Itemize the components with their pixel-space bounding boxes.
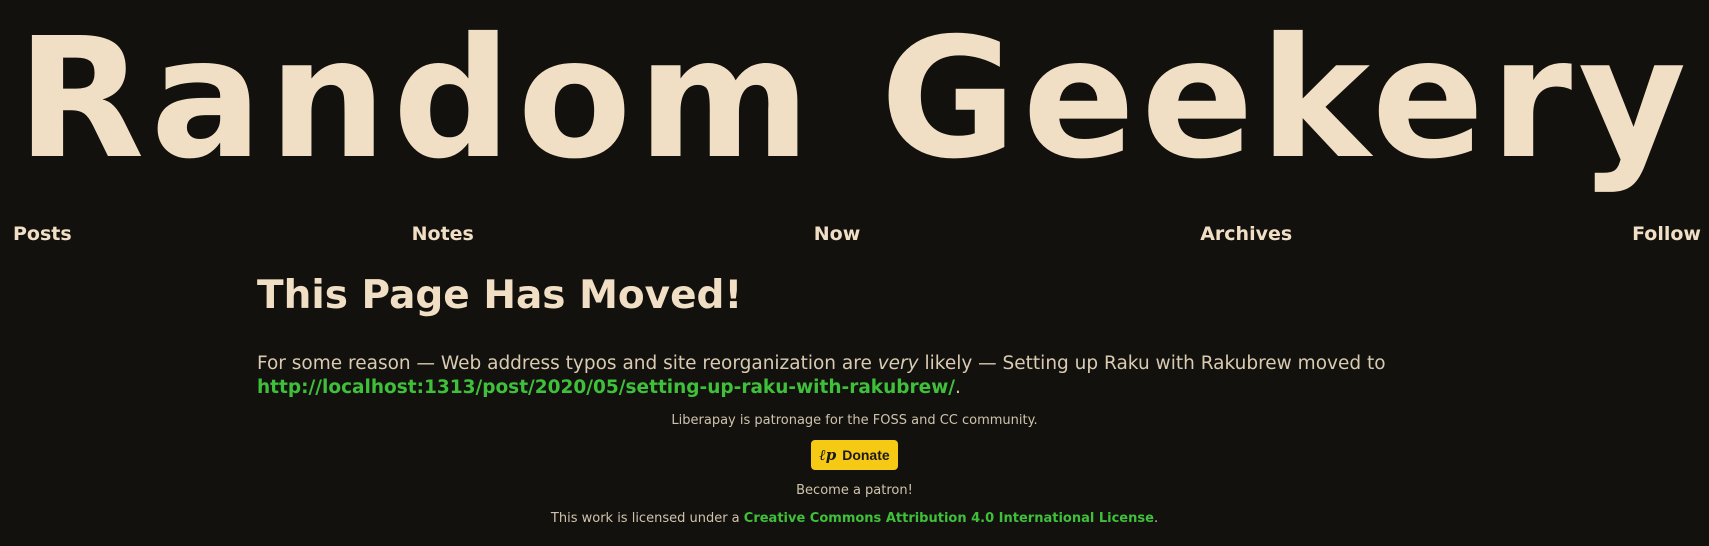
site-title[interactable]: Random Geekery <box>0 0 1709 200</box>
message-emphasis: very <box>877 353 919 374</box>
donate-label: Donate <box>842 447 890 463</box>
new-location-link[interactable]: http://localhost:1313/post/2020/05/setti… <box>257 377 955 398</box>
nav-item-follow[interactable]: Follow <box>1632 223 1701 245</box>
moved-message: For some reason — Web address typos and … <box>257 352 1457 400</box>
message-text-after: . <box>955 377 961 398</box>
main-nav: Posts Notes Now Archives Follow <box>13 220 1701 248</box>
nav-item-posts[interactable]: Posts <box>13 223 72 245</box>
page-headline: This Page Has Moved! <box>257 273 743 318</box>
license-prefix: This work is licensed under a <box>550 511 744 526</box>
nav-item-archives[interactable]: Archives <box>1200 223 1292 245</box>
donate-wrapper: ℓp Donate <box>0 440 1709 470</box>
footer: Liberapay is patronage for the FOSS and … <box>0 413 1709 526</box>
donate-button[interactable]: ℓp Donate <box>811 440 898 470</box>
page: Random Geekery Posts Notes Now Archives … <box>0 0 1709 546</box>
license-notice: This work is licensed under a Creative C… <box>0 511 1709 526</box>
nav-item-now[interactable]: Now <box>814 223 861 245</box>
main-content: This Page Has Moved! For some reason — W… <box>257 268 1457 400</box>
license-suffix: . <box>1153 511 1159 526</box>
license-link[interactable]: Creative Commons Attribution 4.0 Interna… <box>744 511 1154 526</box>
message-text-before: For some reason — Web address typos and … <box>257 353 878 374</box>
message-text-middle: likely — Setting up Raku with Rakubrew m… <box>918 353 1386 374</box>
liberapay-text: Liberapay is patronage for the FOSS and … <box>671 413 1038 428</box>
become-patron-text: Become a patron! <box>796 483 913 498</box>
liberapay-icon: ℓp <box>819 445 837 464</box>
nav-item-notes[interactable]: Notes <box>412 223 474 245</box>
